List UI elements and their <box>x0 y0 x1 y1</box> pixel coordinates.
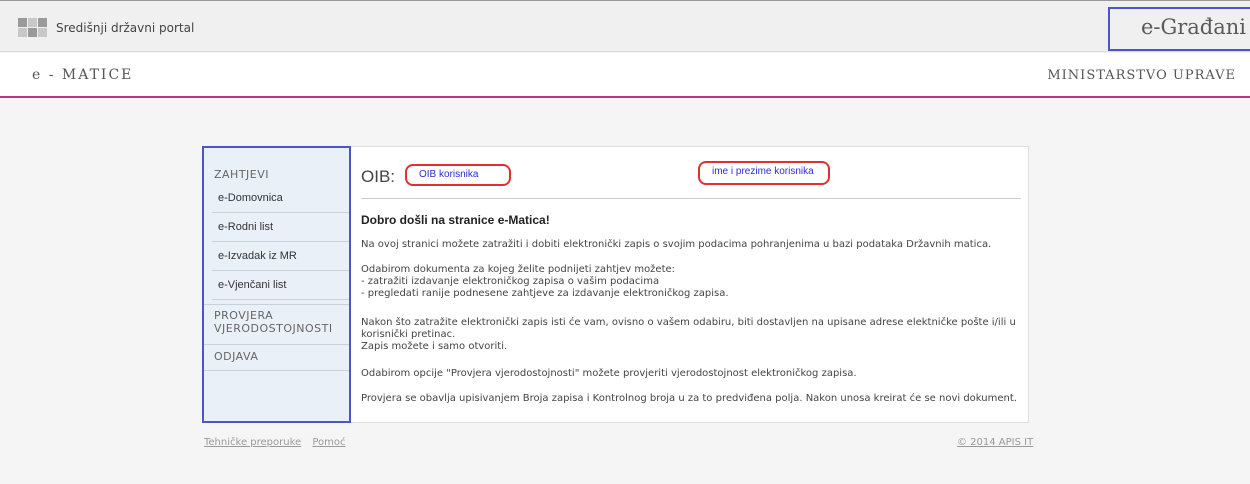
sidebar-divider <box>204 304 349 305</box>
sidebar-item-e-izvadak-iz-mr[interactable]: e-Izvadak iz MR <box>212 243 349 271</box>
sidebar-item-label: e-Rodni list <box>218 221 274 233</box>
sidebar-section-requests: ZAHTJEVI <box>214 168 270 181</box>
options-line: - pregledati ranije podnesene zahtjeve z… <box>361 288 729 299</box>
delivery-line: Zapis možete i samo otvoriti. <box>361 341 508 352</box>
header-divider <box>361 198 1021 199</box>
portal-name-link[interactable]: Središnji državni portal <box>56 21 194 35</box>
sidebar-item-e-vjencani-list[interactable]: e-Vjenčani list <box>212 272 349 300</box>
main-panel: ZAHTJEVI e-Domovnica e-Rodni list e-Izva… <box>202 146 1029 423</box>
sidebar-divider <box>204 370 349 371</box>
options-paragraph: Odabirom dokumenta za kojeg želite podni… <box>361 264 1021 300</box>
user-name-field: ime i prezime korisnika <box>698 161 830 185</box>
sidebar-item-e-rodni-list[interactable]: e-Rodni list <box>212 214 349 242</box>
copyright-link[interactable]: © 2014 APIS IT <box>957 437 1033 448</box>
ministry-name: MINISTARSTVO UPRAVE <box>1047 68 1236 83</box>
footer-links: Tehničke preporuke Pomoć <box>204 437 354 448</box>
sidebar-menu: ZAHTJEVI e-Domovnica e-Rodni list e-Izva… <box>202 146 351 423</box>
welcome-title: Dobro došli na stranice e-Matica! <box>361 213 550 227</box>
delivery-line: Nakon što zatražite elektronički zapis i… <box>361 317 1016 328</box>
portal-logo-icon[interactable] <box>18 18 48 40</box>
sidebar-item-provjera-vjerodostojnosti[interactable]: PROVJERA VJERODOSTOJNOSTI <box>214 309 333 335</box>
app-title: e - MATICE <box>32 67 134 83</box>
content-area: OIB: OIB korisnika ime i prezime korisni… <box>361 147 1021 424</box>
sidebar-item-e-domovnica[interactable]: e-Domovnica <box>212 185 349 213</box>
sidebar-verify-line1: PROVJERA <box>214 309 274 322</box>
top-bar: Središnji državni portal e-Građani <box>0 0 1250 52</box>
egradani-label: e-Građani <box>1140 15 1246 39</box>
sidebar-divider <box>204 344 349 345</box>
egradani-brand[interactable]: e-Građani <box>1108 7 1250 51</box>
options-line: - zatražiti izdavanje elektroničkog zapi… <box>361 276 660 287</box>
tech-recommendations-link[interactable]: Tehničke preporuke <box>204 437 301 448</box>
options-line: Odabirom dokumenta za kojeg želite podni… <box>361 264 676 275</box>
verify-steps-paragraph: Provjera se obavlja upisivanjem Broja za… <box>361 393 1017 404</box>
sidebar-item-label: e-Vjenčani list <box>218 279 287 291</box>
help-link[interactable]: Pomoć <box>312 437 345 448</box>
verify-paragraph: Odabirom opcije "Provjera vjerodostojnos… <box>361 368 857 379</box>
sidebar-item-odjava[interactable]: ODJAVA <box>214 350 258 363</box>
oib-field: OIB korisnika <box>405 164 511 186</box>
sidebar-item-label: e-Domovnica <box>218 192 283 204</box>
app-header: e - MATICE MINISTARSTVO UPRAVE <box>0 53 1250 98</box>
sidebar-verify-line2: VJERODOSTOJNOSTI <box>214 322 333 335</box>
intro-paragraph: Na ovoj stranici možete zatražiti i dobi… <box>361 239 992 250</box>
sidebar-item-label: e-Izvadak iz MR <box>218 250 297 262</box>
delivery-paragraph: Nakon što zatražite elektronički zapis i… <box>361 317 1021 353</box>
oib-label: OIB: <box>361 167 396 186</box>
delivery-line: korisnički pretinac. <box>361 329 456 340</box>
